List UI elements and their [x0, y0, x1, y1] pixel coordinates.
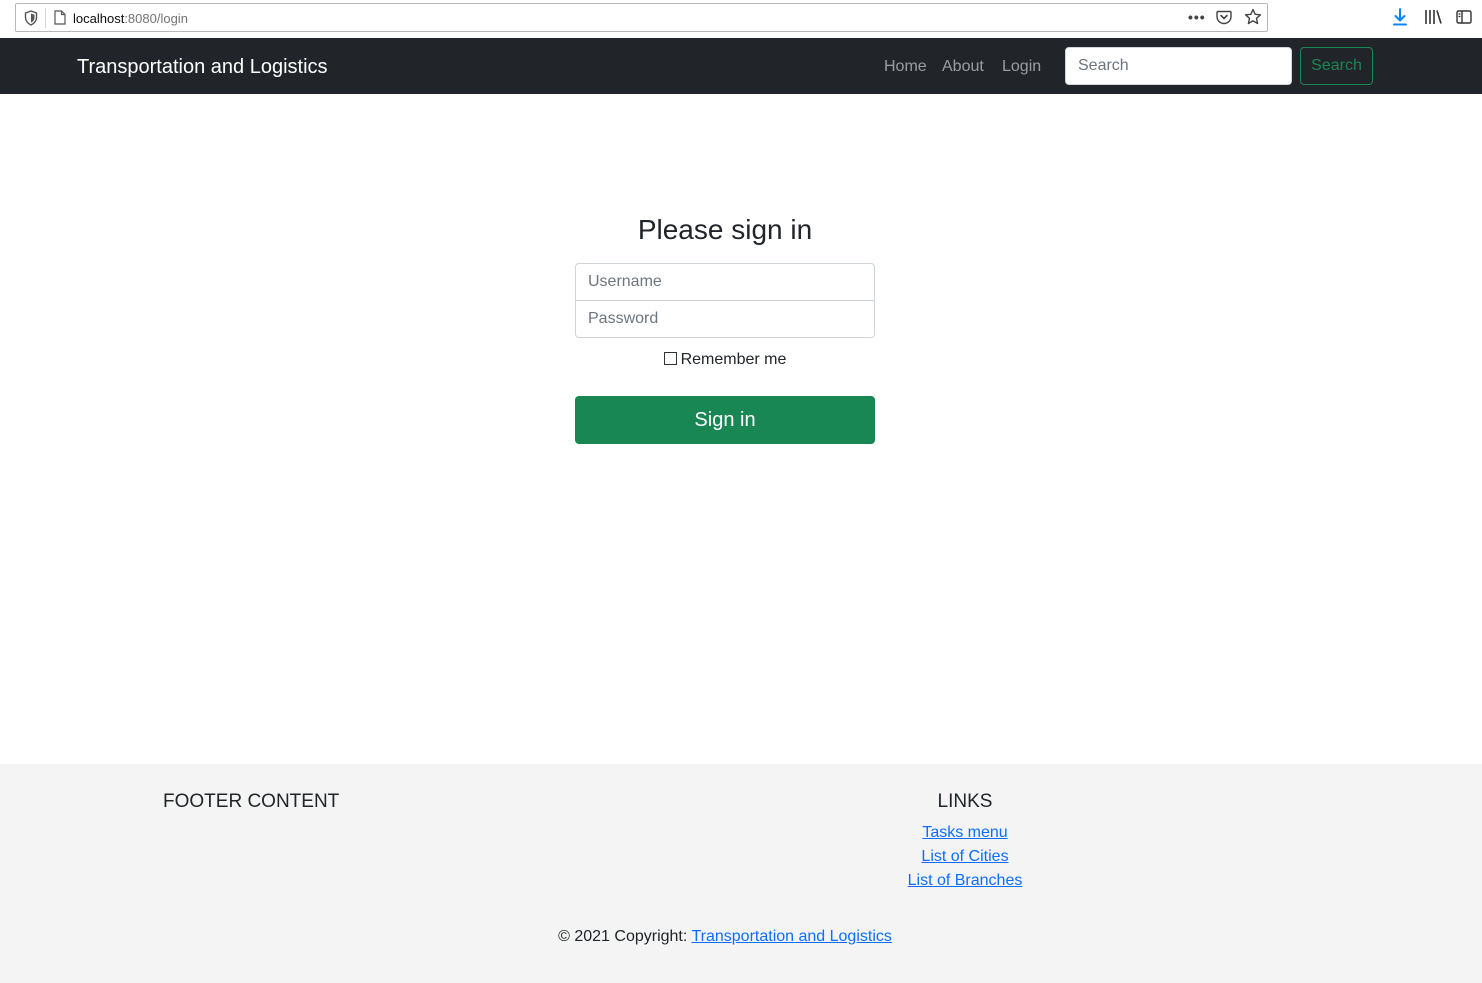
search-input[interactable] [1065, 47, 1292, 85]
username-field[interactable] [575, 263, 875, 301]
shield-icon[interactable] [24, 10, 38, 26]
url-path: :8080/login [124, 11, 188, 26]
footer-links-heading: LINKS [937, 791, 993, 812]
copyright-text: © 2021 Copyright: [558, 928, 688, 945]
nav-link-login[interactable]: Login [1002, 58, 1041, 76]
page-footer: FOOTER CONTENT LINKS Tasks menu List of … [0, 764, 1482, 983]
footer-content-heading: FOOTER CONTENT [163, 791, 340, 812]
bookmark-star-icon[interactable] [1244, 8, 1262, 26]
copyright: © 2021 Copyright: Transportation and Log… [0, 928, 1450, 946]
sidebar-toggle-icon[interactable] [1456, 9, 1472, 25]
footer-link-list-of-branches[interactable]: List of Branches [865, 872, 1065, 890]
copyright-link[interactable]: Transportation and Logistics [691, 928, 891, 945]
pocket-icon[interactable] [1216, 9, 1232, 25]
search-button[interactable]: Search [1300, 47, 1373, 85]
browser-toolbar: localhost:8080/login ••• [0, 0, 1482, 38]
navbar-brand[interactable]: Transportation and Logistics [77, 56, 328, 79]
remember-me-checkbox[interactable] [663, 352, 677, 365]
nav-link-home[interactable]: Home [884, 58, 927, 76]
top-navbar: Transportation and Logistics Home About … [0, 38, 1482, 94]
address-bar[interactable]: localhost:8080/login ••• [15, 3, 1268, 32]
footer-link-tasks-menu[interactable]: Tasks menu [865, 824, 1065, 842]
download-icon[interactable] [1392, 8, 1408, 26]
remember-me[interactable]: Remember me [575, 351, 875, 369]
library-icon[interactable] [1424, 9, 1442, 25]
signin-title: Please sign in [637, 214, 813, 245]
page-icon [54, 10, 66, 25]
footer-link-list-of-cities[interactable]: List of Cities [865, 848, 1065, 866]
more-actions-icon[interactable]: ••• [1188, 9, 1206, 25]
url-host: localhost [73, 11, 125, 26]
remember-me-label: Remember me [680, 351, 787, 368]
address-separator [45, 8, 46, 28]
sign-in-button[interactable]: Sign in [575, 396, 875, 444]
url-text[interactable]: localhost:8080/login [73, 11, 188, 26]
password-field[interactable] [575, 300, 875, 338]
nav-link-about[interactable]: About [942, 58, 984, 76]
